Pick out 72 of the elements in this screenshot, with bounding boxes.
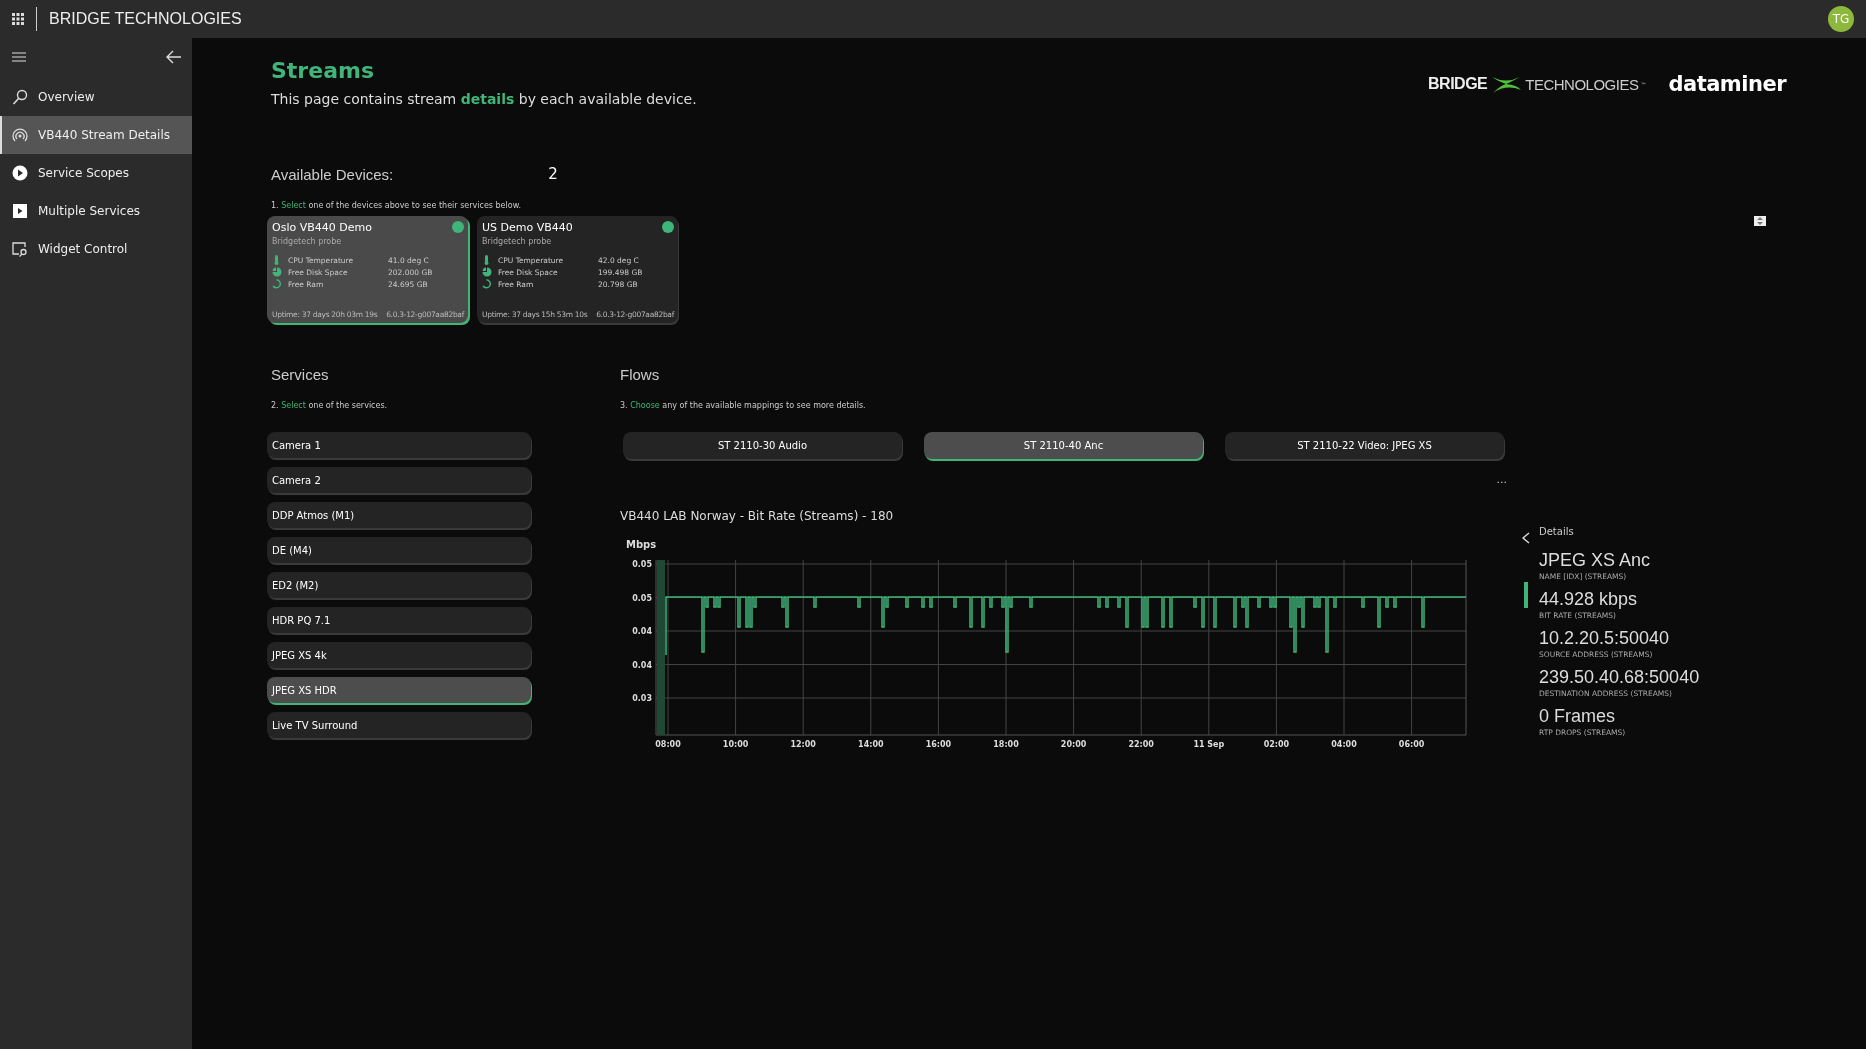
service-button[interactable]: HDR PQ 7.1: [267, 607, 531, 633]
axis-tick-label: 0.04: [632, 627, 652, 636]
detail-value: 239.50.40.68:50040: [1539, 667, 1700, 688]
panel-heading: Details: [1539, 526, 1575, 537]
axis-tick-label: 08:00: [655, 740, 681, 749]
device-count: 2: [548, 165, 558, 183]
device-type: Bridgetech probe: [272, 237, 343, 246]
section-heading: Flows: [620, 366, 661, 383]
widget-icon: [12, 241, 28, 257]
back-arrow-icon[interactable]: [166, 50, 182, 64]
axis-unit: Mbps: [626, 539, 658, 550]
axis-tick-label: 11 Sep: [1193, 740, 1225, 749]
progress-ring-icon: [272, 279, 282, 289]
detail-value: 44.928 kbps: [1539, 589, 1639, 610]
detail-value: JPEG XS Anc: [1539, 550, 1652, 571]
flow-tab[interactable]: ST 2110-30 Audio: [623, 432, 902, 459]
app-title: BRIDGE TECHNOLOGIES: [49, 10, 242, 28]
axis-tick-label: 12:00: [790, 740, 816, 749]
play-square-icon: [12, 203, 28, 219]
sidebar-item[interactable]: VB440 Stream Details: [0, 116, 192, 154]
service-button[interactable]: Camera 1: [267, 432, 531, 458]
service-button[interactable]: DE (M4): [267, 537, 531, 563]
axis-tick-label: 0.03: [632, 694, 652, 703]
device-name: US Demo VB440: [482, 221, 573, 234]
axis-tick-label: 20:00: [1060, 740, 1087, 749]
flow-tab[interactable]: ST 2110-40 Anc: [924, 432, 1203, 459]
service-button[interactable]: JPEG XS 4k: [267, 642, 531, 668]
axis-tick-label: 16:00: [925, 740, 952, 749]
axis-tick-label: 0.05: [632, 593, 652, 603]
sidebar-item[interactable]: Multiple Services: [0, 192, 192, 230]
axis-tick-label: 18:00: [993, 740, 1019, 749]
page-description: This page contains stream details by each available device.: [271, 91, 697, 107]
service-button[interactable]: ED2 (M2): [267, 572, 531, 598]
service-button[interactable]: Camera 2: [267, 467, 531, 493]
pie-chart-icon: [482, 267, 492, 277]
service-button[interactable]: Live TV Surround: [267, 712, 531, 738]
section-heading: Services: [271, 366, 330, 383]
sidebar-item[interactable]: Service Scopes: [0, 154, 192, 192]
detail-value: 10.2.20.5:50040: [1539, 628, 1671, 649]
axis-tick-label: 02:00: [1263, 740, 1290, 749]
progress-ring-icon: [482, 279, 492, 289]
instruction-text: 1. Select one of the devices above to see their services below.: [271, 201, 522, 210]
sort-icon[interactable]: [1754, 216, 1766, 226]
axis-tick-label: 10:00: [722, 740, 749, 749]
play-circle-icon: [12, 165, 28, 181]
partner-logo: dataminer: [1668, 72, 1786, 96]
section-heading: Available Devices:: [271, 165, 394, 183]
axis-tick-label: 14:00: [858, 740, 884, 749]
scrollbar-thumb[interactable]: [1524, 582, 1528, 608]
sidebar-item[interactable]: Overview: [0, 78, 192, 116]
axis-tick-label: 0.04: [632, 660, 652, 670]
axis-tick-label: 06:00: [1398, 740, 1425, 749]
page-title: Streams: [271, 58, 375, 83]
chart-title: VB440 LAB Norway - Bit Rate (Streams) - 180: [620, 509, 895, 523]
menu-icon[interactable]: [12, 52, 26, 62]
detail-value: 0 Frames: [1539, 706, 1617, 727]
device-name: Oslo VB440 Demo: [272, 221, 372, 234]
broadcast-icon: [12, 127, 28, 143]
apps-grid-icon[interactable]: [12, 13, 24, 25]
sidebar-item[interactable]: Widget Control: [0, 230, 192, 268]
service-button[interactable]: JPEG XS HDR: [267, 677, 531, 703]
service-button[interactable]: DDP Atmos (M1): [267, 502, 531, 528]
axis-tick-label: 22:00: [1128, 740, 1154, 749]
instruction-text: 3. Choose any of the available mappings to see more details.: [620, 401, 867, 410]
device-type: Bridgetech probe: [482, 237, 553, 246]
axis-tick-label: 04:00: [1331, 740, 1357, 749]
more-options-button[interactable]: ...: [1496, 473, 1507, 486]
pie-chart-icon: [272, 267, 282, 277]
flow-tab[interactable]: ST 2110-22 Video: JPEG XS: [1225, 432, 1504, 459]
search-icon: [12, 89, 28, 105]
instruction-text: 2. Select one of the services.: [271, 401, 389, 410]
axis-tick-label: 0.05: [632, 560, 652, 569]
